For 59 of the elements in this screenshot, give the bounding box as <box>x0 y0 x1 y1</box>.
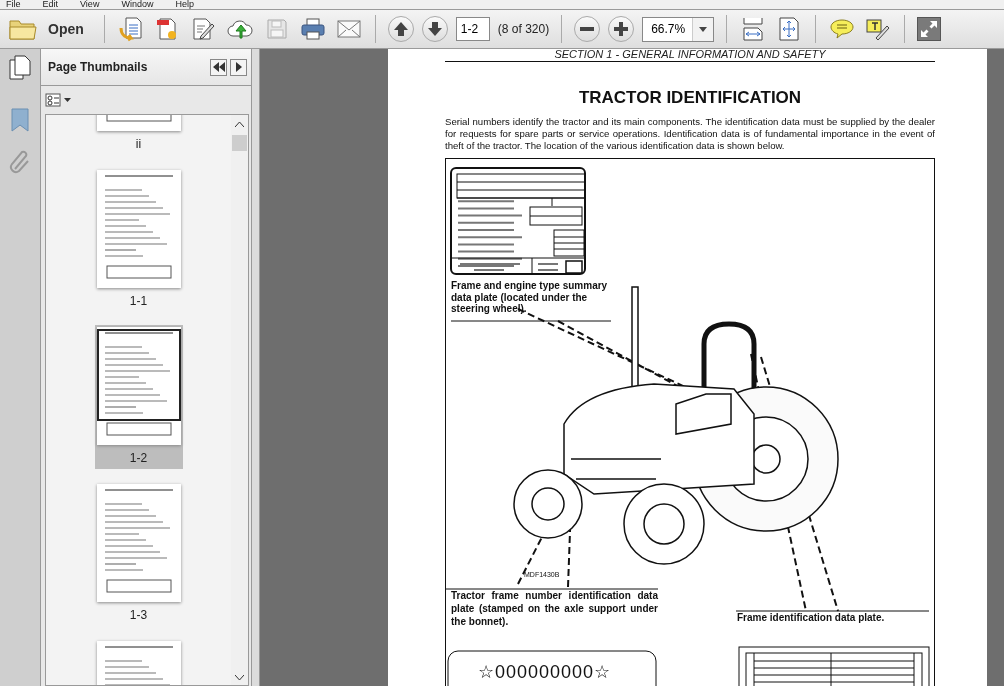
page-count: (8 of 320) <box>497 22 550 36</box>
menu-item[interactable]: View <box>80 0 100 9</box>
callout-text: Frame identification data plate. <box>737 612 885 624</box>
printer-icon <box>300 17 325 41</box>
page-label: 1-3 <box>129 608 148 622</box>
page-label: 1-2 <box>129 451 148 465</box>
fit-width-icon <box>742 17 765 41</box>
fit-page-icon <box>778 17 801 41</box>
previous-page-button[interactable] <box>387 16 414 42</box>
expand-icon <box>920 20 939 38</box>
zoom-in-button[interactable] <box>608 16 635 42</box>
scroll-up-icon <box>235 121 244 127</box>
collapse-button[interactable] <box>210 58 227 76</box>
page-thumbnail[interactable]: 1-3 <box>94 482 183 626</box>
scroll-thumb[interactable] <box>232 135 247 151</box>
menu-item[interactable]: Window <box>121 0 154 9</box>
envelope-icon <box>336 20 361 38</box>
pages-icon[interactable] <box>8 55 32 81</box>
page-thumbnail[interactable]: 1-1 <box>94 168 183 312</box>
document-arrow-icon <box>118 16 143 42</box>
frame-number: ☆000000000☆ <box>478 663 612 681</box>
text-pen-icon <box>866 18 891 40</box>
pen-document-icon <box>190 16 215 42</box>
plus-icon <box>612 20 631 38</box>
down-arrow-icon <box>425 20 444 38</box>
document-star-icon <box>154 16 179 42</box>
right-arrow-icon <box>235 62 242 72</box>
zoom-field[interactable]: 66.7% <box>642 16 715 42</box>
folder-icon <box>8 17 38 41</box>
panel-title: Page Thumbnails <box>48 60 149 74</box>
paperclip-icon[interactable] <box>9 149 31 175</box>
minus-icon <box>580 27 595 31</box>
full-screen-button[interactable] <box>917 17 942 41</box>
options-button[interactable] <box>45 93 73 107</box>
next-page-button[interactable] <box>421 16 448 42</box>
double-left-arrow-icon <box>212 62 225 72</box>
zoom-out-button[interactable] <box>574 16 601 42</box>
up-arrow-icon <box>391 20 410 38</box>
page-thumbnail[interactable]: ii <box>94 115 183 155</box>
dropdown-button[interactable] <box>692 17 714 41</box>
page-label: 1-1 <box>129 294 148 308</box>
callout-text: Tractor frame number identification data plate (stamped on the axle support under the bonnet). <box>451 589 658 628</box>
intro-paragraph: Serial numbers identify the tractor and its main components. The identification data must be supplied by the dealer for requests for spare parts or service operations. Identification data is of fundamental importance in the event of theft of the tractor. The location of the various identification data is shown below. <box>445 116 935 152</box>
scroll-down-icon <box>235 675 244 681</box>
speech-bubble-icon <box>830 19 855 39</box>
menu-item[interactable]: File <box>6 0 21 9</box>
page-number-field[interactable]: 1-2 <box>455 17 490 41</box>
list-options-icon <box>45 93 73 107</box>
callout-text: Frame and engine type summary data plate (located under the steering wheel). <box>451 280 609 315</box>
page-title: TRACTOR IDENTIFICATION <box>577 88 803 108</box>
caret-icon <box>699 26 708 32</box>
expand-button[interactable] <box>230 58 247 76</box>
section-header: SECTION 1 - GENERAL INFORMATION AND SAFETY <box>445 49 935 62</box>
menu-item[interactable]: Help <box>175 0 194 9</box>
page-thumbnail[interactable]: 1-2 <box>94 325 183 469</box>
menu-item[interactable]: Edit <box>42 0 59 9</box>
open-button[interactable]: Open <box>6 14 86 44</box>
page-label: ii <box>135 137 142 151</box>
cloud-upload-icon <box>226 17 253 41</box>
